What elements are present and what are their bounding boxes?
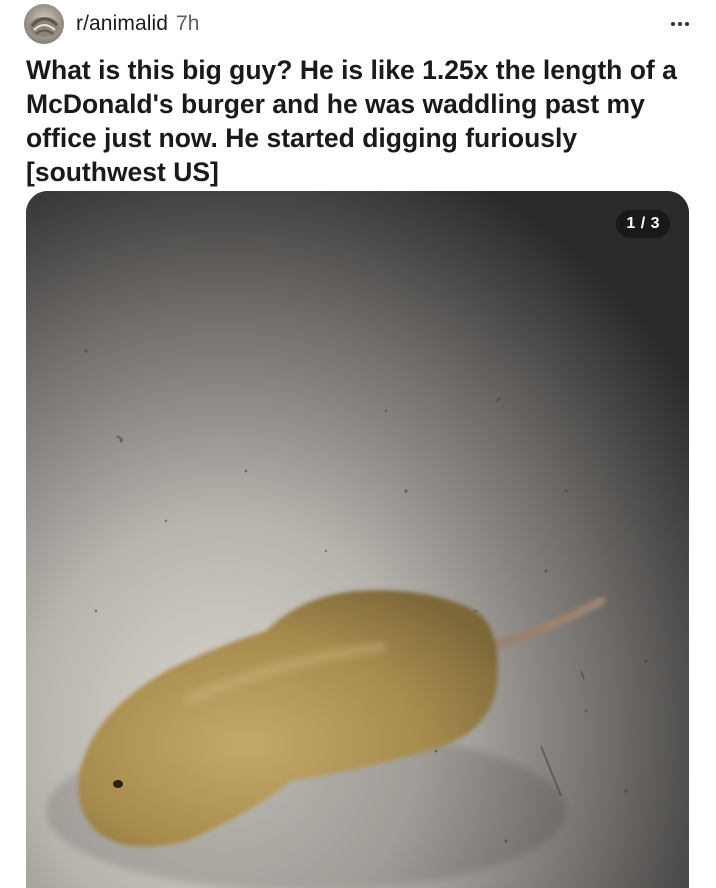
subreddit-avatar-icon[interactable] (24, 4, 64, 44)
more-options-icon[interactable] (666, 12, 694, 36)
post-age: 7h (176, 12, 200, 35)
image-counter: 1 / 3 (616, 210, 670, 238)
post-header: r/animalid 7h (24, 2, 694, 46)
post-image[interactable]: 1 / 3 (26, 191, 689, 888)
post-card: r/animalid 7h What is this big guy? He i… (0, 0, 716, 888)
post-title[interactable]: What is this big guy? He is like 1.25x t… (26, 53, 696, 189)
subreddit-name[interactable]: r/animalid (76, 12, 168, 36)
animal-photo (26, 191, 689, 888)
